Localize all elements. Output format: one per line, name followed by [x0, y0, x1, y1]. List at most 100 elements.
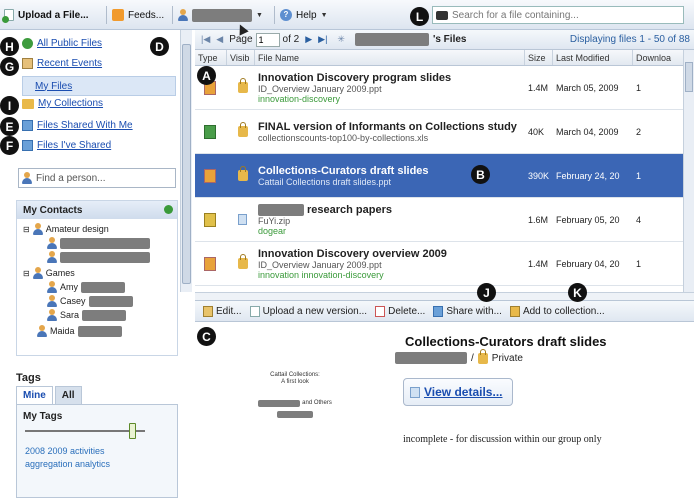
page-number-input[interactable] — [255, 32, 280, 47]
contact-item[interactable] — [47, 251, 150, 263]
tag-slider-track[interactable] — [25, 430, 145, 432]
redacted-contact-name — [60, 237, 150, 249]
upload-icon — [2, 9, 14, 23]
file-title[interactable]: Innovation Discovery program slides — [258, 72, 451, 84]
file-title[interactable]: research papers — [307, 204, 392, 216]
share-with-button[interactable]: Share with... — [433, 305, 502, 317]
chevron-down-icon: ▼ — [256, 11, 263, 19]
help-menu-button[interactable]: ? Help ▼ — [280, 6, 328, 24]
redacted-author — [258, 400, 301, 407]
person-icon — [47, 237, 57, 249]
table-row[interactable]: Innovation Discovery overview 2009 ID_Ov… — [195, 242, 683, 286]
action-bar: Edit... Upload a new version... Delete..… — [195, 300, 694, 322]
tab-mine[interactable]: Mine — [16, 386, 53, 404]
annotation-marker-j: J — [477, 283, 496, 302]
collapse-icon[interactable]: ⊟ — [23, 269, 30, 278]
annotation-marker-l: L — [410, 7, 429, 26]
contact-item-amy[interactable]: Amy — [47, 281, 125, 293]
file-title[interactable]: Collections-Curators draft slides — [258, 165, 429, 177]
table-row[interactable]: research papers FuYi.zip dogear 1.6M Feb… — [195, 198, 683, 242]
contact-group-games[interactable]: ⊟ Games — [23, 267, 75, 279]
redacted-contact-name — [88, 295, 133, 307]
tag-line[interactable]: aggregation analytics — [25, 458, 175, 471]
col-file-name[interactable]: File Name — [255, 50, 525, 65]
table-row-selected[interactable]: Collections-Curators draft slides Cattai… — [195, 154, 683, 198]
file-filename: ID_Overview January 2009.ppt — [258, 83, 382, 94]
last-page-icon[interactable]: ▶| — [318, 34, 327, 45]
contact-group-amateur-design[interactable]: ⊟ Amateur design — [23, 223, 109, 235]
upload-file-button[interactable]: Upload a File... — [2, 6, 89, 24]
col-visibility[interactable]: Visib — [227, 50, 255, 65]
col-downloads[interactable]: Downloa — [633, 50, 683, 65]
file-title[interactable]: Innovation Discovery overview 2009 — [258, 248, 447, 260]
file-downloads: 4 — [636, 214, 642, 225]
tag-panel: My Tags 2008 2009 activities aggregation… — [16, 404, 178, 498]
file-search-input[interactable]: Search for a file containing... — [432, 6, 684, 24]
collapse-icon[interactable]: ⊟ — [23, 225, 30, 234]
col-size[interactable]: Size — [525, 50, 553, 65]
file-date: February 24, 20 — [556, 170, 620, 181]
upload-new-version-button[interactable]: Upload a new version... — [249, 305, 367, 317]
pager-bar: |◀ ◀ Page of 2 ▶ ▶| ✳ 's Files Displayin… — [195, 30, 694, 50]
person-icon — [178, 9, 188, 21]
sidebar-item-recent-events[interactable]: Recent Events — [22, 58, 102, 69]
col-last-modified[interactable]: Last Modified — [553, 50, 633, 65]
grid-scrollbar[interactable] — [683, 50, 694, 292]
file-tag[interactable]: innovation innovation-discovery — [258, 270, 384, 280]
file-filename: Cattail Collections draft slides.ppt — [258, 176, 392, 187]
tag-slider-handle[interactable] — [129, 423, 136, 439]
file-title[interactable]: FINAL version of Informants on Collectio… — [258, 121, 517, 133]
find-person-input[interactable]: Find a person... — [18, 168, 176, 188]
share-icon — [22, 120, 33, 131]
sidebar-item-my-files[interactable]: My Files — [22, 76, 176, 96]
contact-item[interactable] — [47, 237, 150, 249]
col-type[interactable]: Type — [195, 50, 227, 65]
redacted-contact-name — [81, 281, 125, 293]
sidebar-item-my-collections[interactable]: My Collections — [22, 98, 103, 109]
contact-item-maida[interactable]: Maida — [37, 325, 122, 337]
first-page-icon[interactable]: |◀ — [201, 34, 210, 45]
redacted-username — [192, 8, 252, 22]
next-page-icon[interactable]: ▶ — [305, 34, 312, 45]
table-row[interactable]: Innovation Discovery program slides ID_O… — [195, 66, 683, 110]
my-tags-heading: My Tags — [23, 411, 63, 422]
annotation-marker-c: C — [197, 327, 216, 346]
file-downloads: 2 — [636, 126, 642, 137]
view-details-button[interactable]: View details... — [403, 378, 513, 406]
zip-file-icon — [204, 212, 216, 227]
contact-item-sara[interactable]: Sara — [47, 309, 127, 321]
folder-icon — [509, 305, 520, 317]
file-date: February 04, 20 — [556, 258, 620, 269]
calendar-icon — [22, 58, 33, 69]
file-tag[interactable]: innovation-discovery — [258, 94, 340, 104]
sidebar-item-all-public-files[interactable]: All Public Files — [22, 38, 102, 49]
delete-button[interactable]: Delete... — [375, 305, 425, 317]
refresh-icon[interactable]: ✳ — [337, 34, 345, 45]
file-downloads: 1 — [636, 170, 642, 181]
redacted-contact-name — [77, 325, 122, 337]
person-icon — [37, 325, 47, 337]
edit-button[interactable]: Edit... — [203, 305, 242, 317]
file-grid: Type Visib File Name Size Last Modified … — [195, 50, 683, 292]
tag-line[interactable]: 2008 2009 activities — [25, 445, 175, 458]
table-row[interactable]: FINAL version of Informants on Collectio… — [195, 110, 683, 154]
sidebar-item-files-shared-with-me[interactable]: Files Shared With Me — [22, 120, 133, 131]
pane-splitter[interactable] — [195, 292, 694, 300]
share-icon — [433, 305, 444, 317]
upload-icon — [249, 305, 260, 317]
lock-icon — [238, 78, 248, 93]
slide-thumbnail[interactable]: Cattail Collections: A first look and Ot… — [230, 372, 360, 462]
add-to-collection-button[interactable]: Add to collection... — [509, 305, 605, 317]
contact-item-casey[interactable]: Casey — [47, 295, 133, 307]
prev-page-icon[interactable]: ◀ — [216, 34, 223, 45]
tab-all[interactable]: All — [54, 386, 82, 404]
file-size: 390K — [528, 170, 550, 181]
file-tag[interactable]: dogear — [258, 226, 286, 236]
help-icon: ? — [280, 9, 292, 21]
user-menu-button[interactable]: ▼ — [178, 6, 263, 24]
sidebar-scrollbar[interactable] — [180, 30, 192, 292]
person-icon — [47, 295, 57, 307]
sidebar-item-files-ive-shared[interactable]: Files I've Shared — [22, 140, 111, 151]
feeds-button[interactable]: Feeds... — [112, 6, 164, 24]
add-contact-icon[interactable] — [164, 205, 173, 214]
